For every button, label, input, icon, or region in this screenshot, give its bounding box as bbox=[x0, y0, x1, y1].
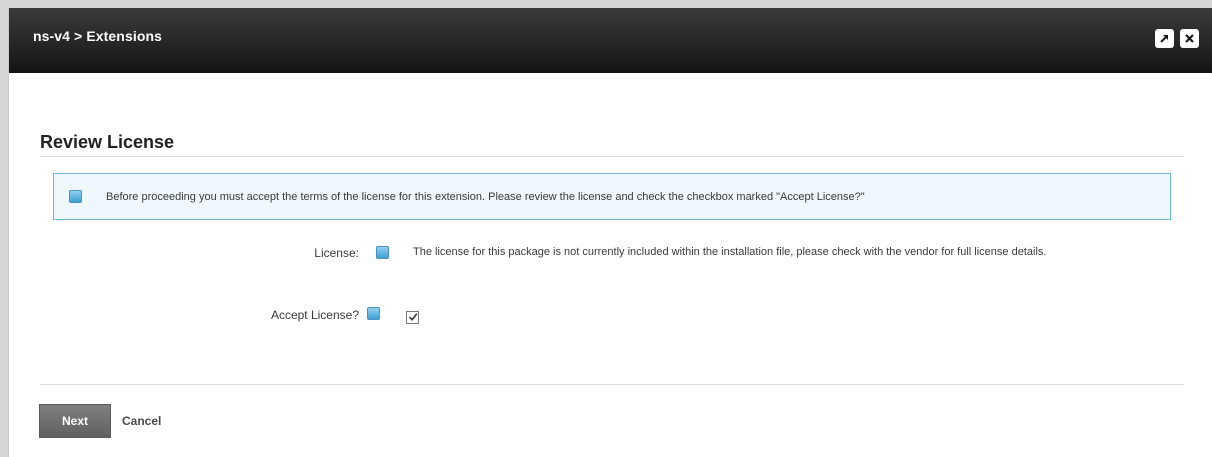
info-icon bbox=[69, 190, 82, 203]
next-button[interactable]: Next bbox=[39, 404, 111, 438]
footer-divider bbox=[40, 384, 1184, 385]
checkmark-icon bbox=[408, 313, 418, 322]
section-title: Review License bbox=[40, 132, 175, 152]
popout-icon bbox=[1160, 34, 1169, 43]
info-message: Before proceeding you must accept the te… bbox=[106, 191, 865, 203]
accept-license-checkbox[interactable] bbox=[406, 311, 419, 324]
popout-button[interactable] bbox=[1155, 29, 1174, 48]
accept-license-help-icon[interactable] bbox=[367, 307, 380, 320]
section-divider bbox=[40, 156, 1184, 157]
accept-license-label: Accept License? bbox=[270, 308, 359, 322]
dialog-title: ns-v4 > Extensions bbox=[33, 28, 163, 44]
close-icon bbox=[1185, 34, 1194, 43]
info-message-box: Before proceeding you must accept the te… bbox=[53, 173, 1171, 220]
dialog-titlebar: ns-v4 > Extensions bbox=[9, 8, 1212, 73]
license-label: License: bbox=[314, 246, 359, 260]
close-button[interactable] bbox=[1180, 29, 1199, 48]
license-text: The license for this package is not curr… bbox=[413, 246, 1047, 258]
license-help-icon[interactable] bbox=[376, 246, 389, 259]
cancel-link[interactable]: Cancel bbox=[122, 414, 161, 428]
extensions-dialog: ns-v4 > Extensions Review License Before… bbox=[8, 8, 1212, 457]
